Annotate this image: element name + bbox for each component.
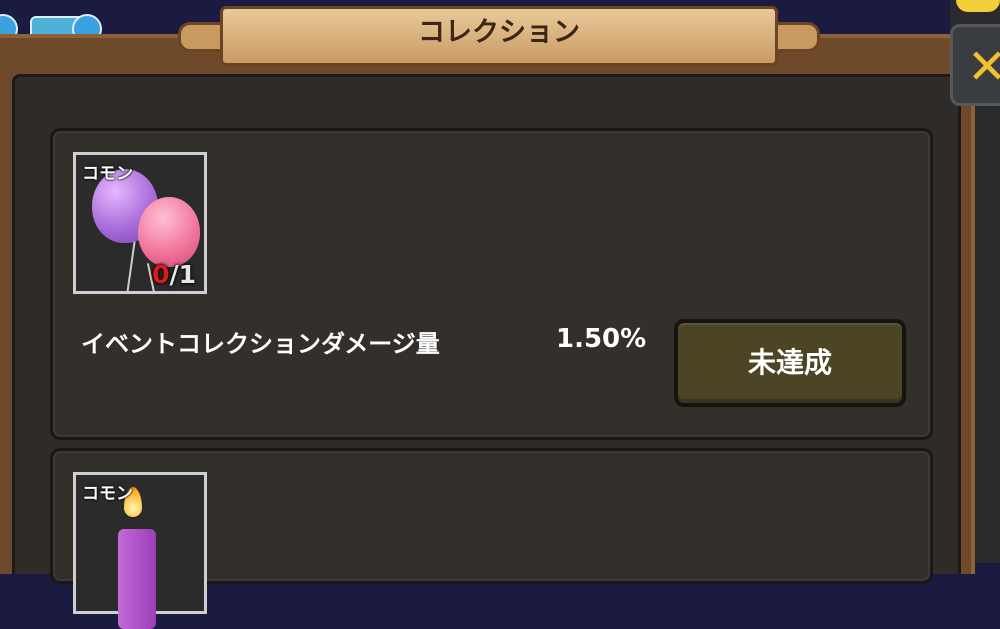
top-right-tab [956,0,1000,12]
rarity-label: コモン [82,164,133,184]
candle-icon [118,529,156,629]
collection-card: コモン 0/1 イベントコレクションダメージ量 1.50% 未達成 [50,128,933,440]
collection-card: コモン [50,448,933,629]
status-button[interactable]: 未達成 [674,319,906,407]
close-button[interactable]: ✕ [950,24,1000,106]
effect-value: 1.50% [556,324,647,354]
owned-count: 0 [152,260,170,289]
collection-item-slot[interactable]: コモン 0/1 [73,152,207,294]
status-label: 未達成 [747,346,832,379]
balloon-pink [138,197,200,267]
page-title: コレクション [418,17,580,48]
title-plaque: コレクション [178,0,820,66]
item-count: 0/1 [152,260,196,289]
rarity-label: コモン [82,484,133,504]
close-icon: ✕ [967,39,1000,95]
required-count: /1 [169,260,196,289]
balloon-string [126,241,136,293]
collection-item-slot[interactable]: コモン [73,472,207,629]
effect-label: イベントコレクションダメージ量 [81,330,440,358]
